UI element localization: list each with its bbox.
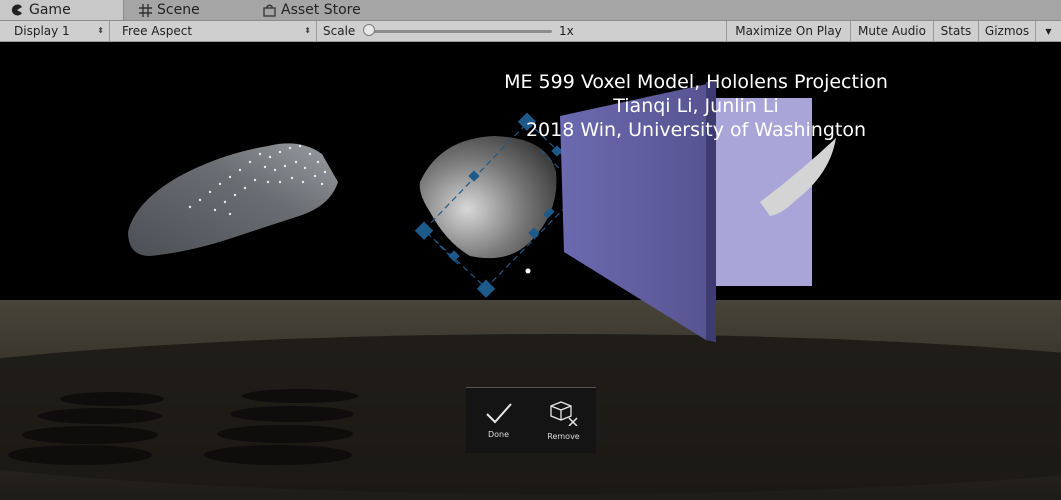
tab-asset-store[interactable]: Asset Store (252, 0, 392, 20)
dropdown-arrows-icon: ⬍ (304, 26, 311, 35)
done-label: Done (487, 430, 510, 439)
overlay-title: ME 599 Voxel Model, Hololens Projection (504, 71, 888, 93)
scale-label: Scale (323, 24, 356, 38)
gizmos-toggle[interactable]: Gizmos (979, 21, 1036, 41)
display-dropdown-label: Display 1 (14, 24, 70, 38)
maximize-on-play-label: Maximize On Play (735, 24, 842, 38)
tab-game[interactable]: Game (0, 0, 124, 20)
bag-icon (262, 3, 276, 17)
maximize-on-play-toggle[interactable]: Maximize On Play (727, 21, 851, 41)
app-bar: Done Remove (466, 387, 596, 453)
window-tab-strip: Game Scene Asset Store (0, 0, 1061, 21)
game-view-toolbar: Display 1 ⬍ Free Aspect ⬍ Scale 1x Maxim… (0, 21, 1061, 42)
mute-audio-toggle[interactable]: Mute Audio (851, 21, 934, 41)
overlay-course-info: 2018 Win, University of Washington (525, 119, 867, 141)
tab-scene[interactable]: Scene (128, 0, 248, 20)
tab-scene-label: Scene (157, 2, 200, 18)
aspect-dropdown-label: Free Aspect (122, 24, 193, 38)
game-viewport[interactable]: ME 599 Voxel Model, Hololens Projection … (0, 42, 1061, 500)
done-button[interactable]: Done (466, 388, 531, 453)
gizmos-dropdown[interactable]: ▼ (1036, 21, 1061, 41)
dropdown-arrows-icon: ⬍ (97, 26, 104, 35)
chevron-down-icon: ▼ (1045, 26, 1052, 36)
scale-slider-handle[interactable] (363, 24, 375, 36)
tab-game-label: Game (29, 2, 71, 18)
voxel-model (128, 143, 338, 256)
stats-toggle[interactable]: Stats (934, 21, 979, 41)
shell-mesh (419, 136, 557, 259)
scale-slider-track[interactable] (370, 30, 552, 33)
remove-label: Remove (547, 432, 580, 441)
tab-asset-store-label: Asset Store (281, 2, 361, 18)
remove-button[interactable]: Remove (531, 388, 596, 453)
remove-cube-icon (549, 401, 578, 426)
overlay-authors: Tianqi Li, Junlin Li (613, 95, 779, 117)
mute-audio-label: Mute Audio (858, 24, 926, 38)
display-dropdown[interactable]: Display 1 ⬍ (0, 21, 110, 41)
gizmos-label: Gizmos (984, 24, 1030, 38)
checkmark-icon (485, 403, 512, 424)
pacman-icon (10, 3, 24, 17)
stats-label: Stats (940, 24, 972, 38)
grid-icon (138, 3, 152, 17)
aspect-dropdown[interactable]: Free Aspect ⬍ (114, 21, 317, 41)
scale-value: 1x (559, 24, 574, 38)
